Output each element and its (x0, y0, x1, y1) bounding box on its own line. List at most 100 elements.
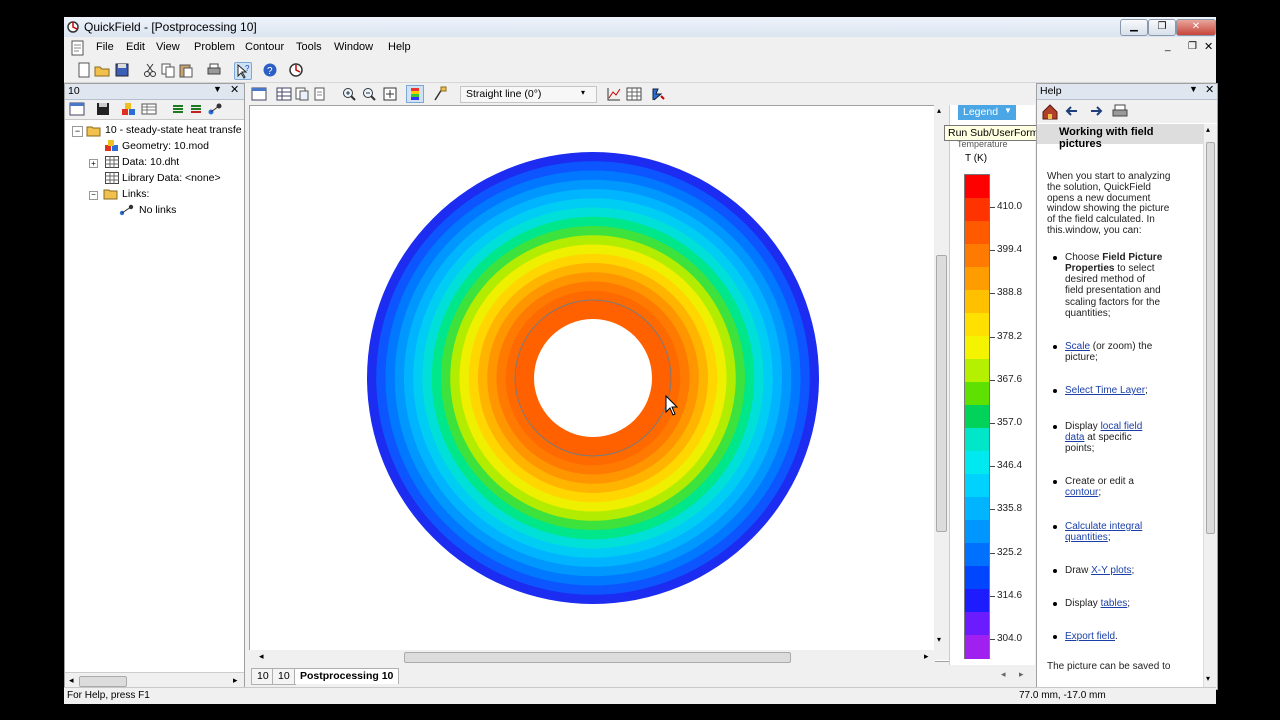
help-scroll-thumb[interactable] (1206, 142, 1215, 534)
vscroll-thumb[interactable] (936, 255, 947, 532)
help-vscrollbar[interactable]: ▴ ▾ (1203, 124, 1217, 688)
tab-postprocessing[interactable]: Postprocessing 10 (294, 668, 400, 684)
about-icon[interactable] (288, 62, 304, 78)
canvas-hscrollbar[interactable]: ◂ ▸ (249, 650, 935, 664)
copy-picture-icon[interactable] (294, 86, 310, 102)
print-picture-icon[interactable] (312, 86, 328, 102)
scroll-left-icon[interactable]: ◂ (69, 675, 74, 686)
context-help-icon[interactable]: ? (234, 62, 252, 80)
menu-problem[interactable]: Problem (194, 41, 235, 53)
contour-mode-select[interactable]: Straight line (0°) ▾ (460, 86, 597, 103)
table-view-icon[interactable] (276, 86, 292, 102)
help-link[interactable]: tables (1101, 598, 1128, 609)
tree-collapse-toggle[interactable]: − (89, 191, 98, 200)
help-line: window showing the picture (1047, 203, 1169, 214)
legend-dropdown-icon[interactable]: ▼ (1004, 106, 1012, 115)
help-close-icon[interactable]: ✕ (1205, 83, 1214, 96)
legend-swatch (965, 543, 989, 567)
integral-table-icon[interactable] (626, 86, 642, 102)
menu-view[interactable]: View (156, 41, 180, 53)
field-picture-icon[interactable] (251, 86, 267, 102)
tree-item-data[interactable]: Data: 10.dht (122, 156, 179, 168)
color-map-icon[interactable] (406, 85, 424, 103)
scroll-up-icon[interactable]: ▴ (1206, 125, 1210, 134)
menu-window[interactable]: Window (334, 41, 373, 53)
help-link[interactable]: quantities (1065, 532, 1108, 543)
back-arrow-icon[interactable] (1065, 105, 1079, 117)
help-link[interactable]: data (1065, 432, 1084, 443)
menu-tools[interactable]: Tools (296, 41, 322, 53)
paste-icon[interactable] (178, 62, 194, 78)
mdi-close-button[interactable]: ✕ (1204, 40, 1213, 53)
cut-icon[interactable] (142, 62, 158, 78)
tab-scroll-left-icon[interactable]: ◂ (1001, 669, 1006, 680)
open-folder-icon[interactable] (94, 62, 110, 78)
tree-collapse-toggle[interactable]: − (72, 126, 83, 137)
close-button[interactable]: ✕ (1176, 19, 1216, 36)
print-icon[interactable] (206, 62, 222, 78)
new-file-icon[interactable] (76, 62, 92, 78)
menu-edit[interactable]: Edit (126, 41, 145, 53)
legend-swatch (965, 244, 989, 268)
contour-tool-icon[interactable] (432, 86, 448, 102)
tab-scroll-right-icon[interactable]: ▸ (1019, 669, 1024, 680)
help-header: Help ▼ ✕ (1037, 84, 1217, 100)
help-dropdown-icon[interactable]: ▼ (1189, 84, 1198, 94)
help-line: Select Time Layer; (1065, 385, 1148, 396)
print-icon[interactable] (1111, 103, 1129, 119)
zoom-in-icon[interactable] (341, 86, 357, 102)
scroll-thumb[interactable] (79, 676, 127, 687)
scroll-down-icon[interactable]: ▾ (937, 635, 941, 644)
maximize-button[interactable]: ❐ (1148, 19, 1176, 36)
tree-item-no-links[interactable]: No links (139, 204, 176, 216)
tree-expand-toggle[interactable]: + (89, 159, 98, 168)
minimize-button[interactable]: ▁ (1120, 19, 1148, 36)
hscroll-thumb[interactable] (404, 652, 791, 663)
save-icon[interactable] (114, 62, 130, 78)
menu-file[interactable]: File (96, 41, 114, 53)
scroll-right-icon[interactable]: ▸ (233, 675, 238, 686)
save-icon[interactable] (95, 102, 111, 116)
geometry-icon[interactable] (121, 102, 137, 116)
tree-item-problem[interactable]: 10 - steady-state heat transfe (105, 124, 242, 136)
legend-tick (990, 207, 995, 208)
legend-tick (990, 336, 995, 338)
help-link[interactable]: X-Y plots (1091, 565, 1131, 576)
scroll-right-icon[interactable]: ▸ (924, 651, 929, 662)
scroll-left-icon[interactable]: ◂ (259, 651, 264, 662)
results-icon[interactable] (189, 102, 205, 116)
forward-arrow-icon[interactable] (1089, 105, 1103, 117)
tab-data[interactable]: 10 (272, 668, 296, 685)
help-link[interactable]: Select Time Layer (1065, 385, 1145, 396)
copy-icon[interactable] (160, 62, 176, 78)
help-link[interactable]: Scale (1065, 341, 1090, 352)
help-link[interactable]: Export field (1065, 631, 1115, 642)
solve-icon[interactable] (171, 102, 187, 116)
scroll-down-icon[interactable]: ▾ (1206, 674, 1210, 683)
tree-item-geometry[interactable]: Geometry: 10.mod (122, 140, 209, 152)
help-link[interactable]: local field (1101, 421, 1143, 432)
tree-item-links[interactable]: Links: (122, 188, 149, 200)
window-icon[interactable] (69, 102, 85, 116)
mdi-minimize-button[interactable]: _ (1165, 41, 1171, 52)
tree-item-library-data[interactable]: Library Data: <none> (122, 172, 221, 184)
mdi-restore-button[interactable]: ❐ (1188, 41, 1197, 52)
link-tool-icon[interactable] (207, 102, 223, 116)
menu-help[interactable]: Help (388, 41, 411, 53)
help-link[interactable]: Calculate integral (1065, 521, 1142, 532)
menu-contour[interactable]: Contour (245, 41, 284, 53)
zoom-to-fit-icon[interactable] (382, 86, 398, 102)
panel-dropdown-icon[interactable]: ▼ (213, 84, 222, 94)
data-icon[interactable] (141, 102, 157, 116)
panel-close-icon[interactable]: ✕ (230, 83, 239, 96)
zoom-out-icon[interactable] (361, 86, 377, 102)
home-icon[interactable] (1041, 103, 1059, 120)
field-picture-canvas[interactable] (249, 105, 951, 662)
help-link[interactable]: contour (1065, 487, 1098, 498)
scroll-up-icon[interactable]: ▴ (937, 106, 941, 115)
canvas-vscrollbar[interactable]: ▴ ▾ (934, 105, 949, 660)
help-icon[interactable]: ? (262, 62, 278, 78)
local-values-icon[interactable] (650, 86, 666, 102)
legend-tab[interactable]: Legend ▼ (958, 105, 1016, 120)
xy-plot-icon[interactable] (606, 86, 622, 102)
